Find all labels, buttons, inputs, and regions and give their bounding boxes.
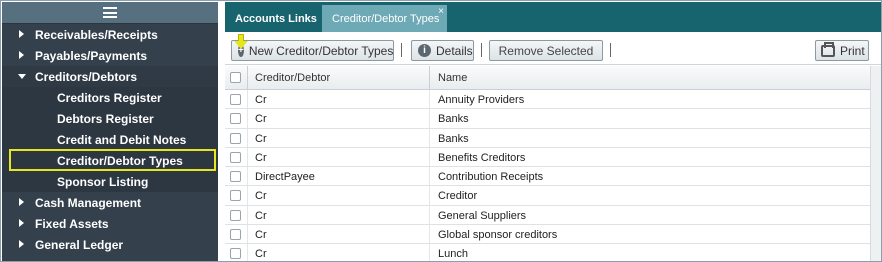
name-cell: Banks [438, 113, 469, 126]
table-row[interactable]: Cr Benefits Creditors [225, 147, 881, 168]
nav-payables-payments[interactable]: Payables/Payments [2, 45, 218, 66]
row-checkbox[interactable] [230, 229, 241, 241]
vertical-scrollbar[interactable] [870, 66, 881, 261]
name-cell: Contribution Receipts [438, 171, 544, 184]
nav-sponsor-listing[interactable]: Sponsor Listing [2, 171, 218, 192]
nav-label: Creditors/Debtors [35, 69, 138, 84]
new-creditor-debtor-types-button[interactable]: + New Creditor/Debtor Types [231, 40, 394, 61]
creditor-debtor-cell: Cr [255, 248, 267, 261]
creditor-debtor-cell: DirectPayee [255, 171, 315, 184]
toolbar-divider [610, 43, 611, 57]
name-cell: Banks [438, 132, 469, 145]
name-cell: Annuity Providers [438, 94, 525, 106]
hamburger-icon [103, 7, 117, 18]
grid-body: Cr Annuity Providers Cr Banks Cr Banks Cr Benef… [225, 90, 881, 261]
toolbar-divider [481, 43, 482, 57]
caret-right-icon [19, 30, 24, 38]
name-cell: Global sponsor creditors [438, 229, 558, 242]
row-checkbox[interactable] [230, 151, 241, 163]
grid-header: Creditor/Debtor Name [225, 66, 881, 90]
nav-cash-management[interactable]: Cash Management [2, 192, 218, 213]
row-checkbox[interactable] [230, 209, 241, 221]
nav-label: Sponsor Listing [57, 174, 149, 189]
row-checkbox[interactable] [230, 190, 241, 202]
name-cell: Lunch [438, 248, 468, 261]
creditor-debtor-cell: Cr [255, 151, 267, 164]
arrow-down-icon [234, 34, 248, 50]
row-checkbox[interactable] [230, 248, 241, 260]
select-all-checkbox[interactable] [230, 72, 241, 83]
caret-right-icon [19, 51, 24, 59]
nav-creditors-register[interactable]: Creditors Register [2, 87, 218, 108]
toolbar-divider [401, 43, 402, 57]
column-header-name[interactable]: Name [438, 72, 467, 84]
nav-label: Fixed Assets [35, 216, 109, 231]
button-label: Print [840, 43, 865, 58]
info-icon: i [418, 44, 431, 57]
nav-fixed-assets[interactable]: Fixed Assets [2, 213, 218, 234]
button-label: New Creditor/Debtor Types [248, 43, 394, 58]
caret-down-icon [18, 74, 26, 79]
nav-label: Creditors Register [57, 90, 162, 105]
nav-creditors-debtors[interactable]: Creditors/Debtors [2, 66, 218, 87]
toolbar: + New Creditor/Debtor Types i Details Re… [225, 32, 881, 65]
table-row[interactable]: Cr Banks [225, 128, 881, 148]
button-label: Details [436, 43, 473, 58]
table-row[interactable]: Cr Annuity Providers [225, 90, 881, 110]
button-label: Remove Selected [498, 43, 594, 58]
row-checkbox[interactable] [230, 132, 241, 144]
nav-receivables-receipts[interactable]: Receivables/Receipts [2, 24, 218, 45]
row-checkbox[interactable] [230, 94, 241, 105]
table-row[interactable]: Cr General Suppliers [225, 205, 881, 226]
table-row[interactable]: Cr Lunch [225, 244, 881, 261]
name-cell: General Suppliers [438, 209, 527, 222]
app-window: Receivables/Receipts Payables/Payments C… [0, 0, 882, 262]
creditor-debtor-cell: Cr [255, 190, 267, 203]
nav-credit-debit-notes[interactable]: Credit and Debit Notes [2, 129, 218, 150]
print-button[interactable]: Print [815, 40, 869, 61]
tab-creditor-debtor-types[interactable]: Creditor/Debtor Types × [322, 5, 447, 32]
types-grid: Creditor/Debtor Name Cr Annuity Providers… [225, 66, 881, 261]
printer-icon [821, 41, 835, 57]
creditor-debtor-cell: Cr [255, 132, 267, 145]
row-checkbox[interactable] [230, 113, 241, 125]
caret-right-icon [19, 219, 24, 227]
active-item-highlight [9, 149, 216, 171]
table-row[interactable]: Cr Global sponsor creditors [225, 225, 881, 245]
main-panel: Accounts Links Creditor/Debtor Types × +… [225, 2, 881, 261]
menu-toggle[interactable] [2, 2, 218, 24]
tab-label: Accounts Links [235, 12, 317, 25]
nav-label: Credit and Debit Notes [57, 132, 187, 147]
creditor-debtor-cell: Cr [255, 209, 267, 222]
table-row[interactable]: DirectPayee Contribution Receipts [225, 167, 881, 187]
row-checkbox[interactable] [230, 171, 241, 183]
tab-accounts-links[interactable]: Accounts Links [225, 5, 321, 32]
table-row[interactable]: Cr Creditor [225, 186, 881, 206]
nav-debtors-register[interactable]: Debtors Register [2, 108, 218, 129]
nav-label: Debtors Register [57, 111, 154, 126]
remove-selected-button[interactable]: Remove Selected [489, 40, 603, 61]
details-button[interactable]: i Details [411, 40, 474, 61]
caret-right-icon [19, 240, 24, 248]
sidebar: Receivables/Receipts Payables/Payments C… [2, 2, 218, 261]
nav-label: General Ledger [35, 237, 124, 252]
tab-bar: Accounts Links Creditor/Debtor Types × [225, 2, 881, 32]
nav-label: Receivables/Receipts [35, 27, 158, 42]
creditor-debtor-cell: Cr [255, 113, 267, 126]
name-cell: Creditor [438, 190, 478, 203]
nav-general-ledger[interactable]: General Ledger [2, 234, 218, 255]
creditor-debtor-cell: Cr [255, 94, 267, 106]
name-cell: Benefits Creditors [438, 151, 526, 164]
caret-right-icon [19, 198, 24, 206]
table-row[interactable]: Cr Banks [225, 109, 881, 129]
creditor-debtor-cell: Cr [255, 229, 267, 242]
nav-label: Cash Management [35, 195, 142, 210]
tab-label: Creditor/Debtor Types [332, 12, 440, 25]
column-header-creditor-debtor[interactable]: Creditor/Debtor [255, 72, 330, 84]
close-icon[interactable]: × [438, 6, 444, 17]
nav-label: Payables/Payments [35, 48, 148, 63]
